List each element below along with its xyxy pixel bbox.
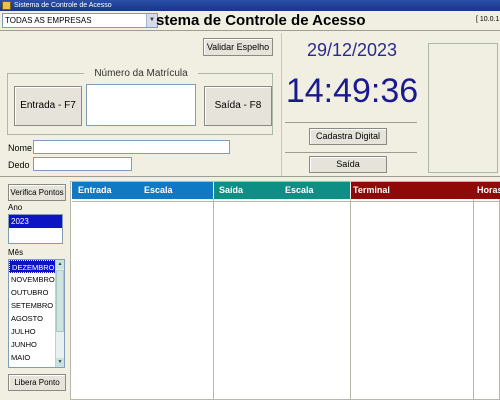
clock-date: 29/12/2023 (306, 40, 398, 60)
app-icon (2, 1, 11, 10)
grid-header-terminal: Terminal Horas (351, 182, 500, 199)
verifica-pontos-button[interactable]: Verifica Pontos (8, 184, 66, 201)
scroll-up-icon[interactable]: ▲ (56, 260, 64, 269)
libera-ponto-button[interactable]: Libera Ponto (8, 374, 66, 391)
photo-box (428, 43, 498, 173)
column-header-entrada: Entrada (78, 185, 112, 195)
column-header-horas: Horas (477, 185, 500, 195)
nome-label: Nome (8, 143, 33, 153)
clock-divider (285, 122, 417, 123)
header-divider (0, 30, 500, 31)
grid-column-divider (473, 199, 474, 400)
company-select[interactable]: TODAS AS EMPRESAS ▼ (2, 13, 158, 28)
company-select-value: TODAS AS EMPRESAS (5, 16, 92, 25)
matricula-input[interactable] (86, 84, 196, 126)
grid-divider (214, 201, 350, 202)
mes-label: Mês (8, 248, 24, 257)
mes-scrollbar[interactable]: ▲ ▼ (55, 260, 64, 367)
clock-divider (285, 152, 417, 153)
mes-list[interactable]: DEZEMBRO NOVEMBRO OUTUBRO SETEMBRO AGOST… (8, 259, 65, 368)
grid-column-divider (213, 199, 214, 400)
system-title: stema de Controle de Acesso (156, 12, 366, 29)
dedo-field[interactable] (33, 157, 132, 171)
ano-list[interactable]: 2023 (8, 214, 63, 244)
grid-divider (72, 201, 213, 202)
ip-label: [ 10.0.1 (476, 16, 500, 23)
clock-time: 14:49:36 (285, 72, 419, 110)
scroll-down-icon[interactable]: ▼ (56, 358, 64, 367)
records-grid[interactable]: Entrada Escala Saída Escala Terminal Hor… (70, 181, 500, 400)
grid-header-entrada: Entrada Escala (72, 182, 213, 199)
cadastra-digital-button[interactable]: Cadastra Digital (309, 128, 387, 145)
validar-espelho-button[interactable]: Validar Espelho (203, 38, 273, 56)
saida-button[interactable]: Saída - F8 (204, 86, 272, 126)
nome-field[interactable] (33, 140, 230, 154)
column-header-terminal: Terminal (353, 185, 390, 195)
grid-header-saida: Saída Escala (214, 182, 350, 199)
grid-column-divider (350, 199, 351, 400)
entrada-button[interactable]: Entrada - F7 (14, 86, 82, 126)
window-title: Sistema de Controle de Acesso (14, 2, 112, 9)
section-divider (0, 176, 500, 177)
column-header-escala: Escala (285, 185, 314, 195)
window-title-bar: Sistema de Controle de Acesso (0, 0, 500, 11)
ano-label: Ano (8, 203, 23, 212)
column-header-escala: Escala (144, 185, 173, 195)
grid-divider (351, 201, 500, 202)
scroll-thumb[interactable] (56, 270, 64, 332)
dedo-label: Dedo (8, 160, 30, 170)
ano-item[interactable]: 2023 (9, 215, 62, 228)
matricula-legend: Número da Matrícula (84, 67, 198, 80)
saida-small-button[interactable]: Saída (309, 156, 387, 173)
column-header-saida: Saída (219, 185, 244, 195)
